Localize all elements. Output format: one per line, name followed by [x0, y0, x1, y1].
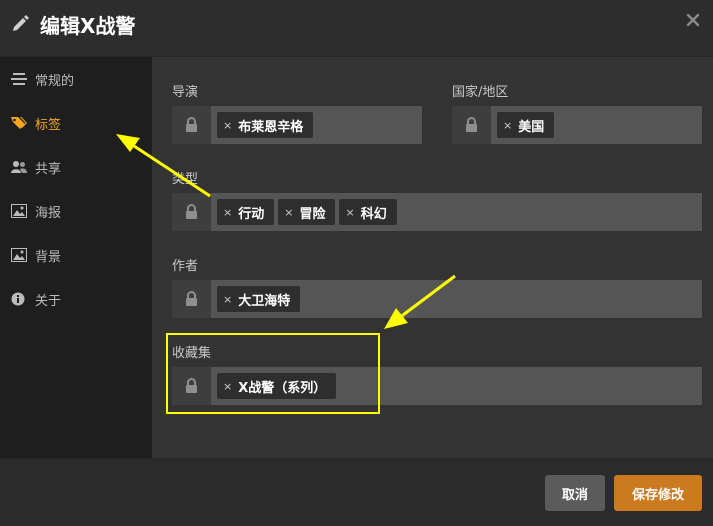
sidebar-item-label: 标签: [35, 118, 62, 133]
sidebar-item-tags[interactable]: 标签: [0, 101, 152, 145]
tag-label: 大卫海特: [238, 293, 291, 309]
writer-field[interactable]: × 大卫海特: [172, 280, 702, 318]
tag-icon: [11, 117, 27, 129]
country-field[interactable]: × 美国: [452, 106, 702, 144]
sidebar: 常规的 标签 共享 海报 背景 关于: [0, 57, 152, 458]
sidebar-item-about[interactable]: 关于: [0, 277, 152, 321]
remove-tag-icon[interactable]: ×: [223, 206, 232, 219]
tags-panel: 导演 × 布莱恩辛格 国家/地区 × 美国 类型 × 行动 × 冒险 × 科幻 作者: [152, 57, 713, 458]
tag-chip: × 行动: [217, 199, 275, 225]
lock-button[interactable]: [452, 106, 491, 144]
sidebar-item-label: 常规的: [35, 74, 75, 89]
collection-field[interactable]: × X战警（系列）: [172, 367, 702, 405]
lock-icon: [466, 117, 477, 132]
list-icon: [11, 73, 27, 85]
sidebar-item-sharing[interactable]: 共享: [0, 145, 152, 189]
lock-icon: [186, 204, 197, 219]
collection-label: 收藏集: [172, 346, 212, 361]
tag-label: 布莱恩辛格: [238, 119, 304, 135]
tag-label: 行动: [238, 206, 265, 222]
sidebar-item-general[interactable]: 常规的: [0, 57, 152, 101]
users-icon: [11, 161, 27, 173]
tag-chip: × 美国: [497, 112, 555, 138]
lock-icon: [186, 117, 197, 132]
tag-chip: × 科幻: [339, 199, 397, 225]
director-label: 导演: [172, 85, 199, 100]
tag-label: X战警（系列）: [238, 380, 327, 396]
cancel-button[interactable]: 取消: [545, 475, 605, 511]
remove-tag-icon[interactable]: ×: [345, 206, 354, 219]
tag-chip: × 布莱恩辛格: [217, 112, 314, 138]
info-icon: [11, 292, 25, 306]
remove-tag-icon[interactable]: ×: [503, 119, 512, 132]
dialog-footer: 取消 保存修改: [0, 458, 713, 526]
dialog-title: 编辑X战警: [40, 14, 136, 38]
sidebar-item-backdrop[interactable]: 背景: [0, 233, 152, 277]
genre-field[interactable]: × 行动 × 冒险 × 科幻: [172, 193, 702, 231]
remove-tag-icon[interactable]: ×: [223, 119, 232, 132]
sidebar-item-label: 背景: [35, 250, 62, 265]
lock-icon: [186, 378, 197, 393]
sidebar-item-poster[interactable]: 海报: [0, 189, 152, 233]
remove-tag-icon[interactable]: ×: [223, 293, 232, 306]
lock-button[interactable]: [172, 193, 211, 231]
writer-label: 作者: [172, 259, 199, 274]
lock-button[interactable]: [172, 280, 211, 318]
lock-button[interactable]: [172, 367, 211, 405]
sidebar-item-label: 关于: [35, 294, 62, 309]
tag-label: 科幻: [360, 206, 387, 222]
image-icon: [11, 204, 27, 218]
dialog-header: 编辑X战警: [0, 0, 713, 57]
director-field[interactable]: × 布莱恩辛格: [172, 106, 422, 144]
save-button[interactable]: 保存修改: [614, 475, 702, 511]
tag-label: 冒险: [299, 206, 326, 222]
image-icon: [11, 248, 27, 262]
lock-icon: [186, 291, 197, 306]
tag-label: 美国: [518, 119, 545, 135]
genre-label: 类型: [172, 172, 199, 187]
tag-chip: × 大卫海特: [217, 286, 301, 312]
remove-tag-icon[interactable]: ×: [284, 206, 293, 219]
tag-chip: × 冒险: [278, 199, 336, 225]
tag-chip: × X战警（系列）: [217, 373, 337, 399]
sidebar-item-label: 海报: [35, 206, 62, 221]
country-label: 国家/地区: [452, 85, 509, 100]
sidebar-item-label: 共享: [35, 162, 62, 177]
remove-tag-icon[interactable]: ×: [223, 380, 232, 393]
pencil-icon: [13, 15, 29, 31]
close-icon[interactable]: [685, 12, 701, 28]
lock-button[interactable]: [172, 106, 211, 144]
